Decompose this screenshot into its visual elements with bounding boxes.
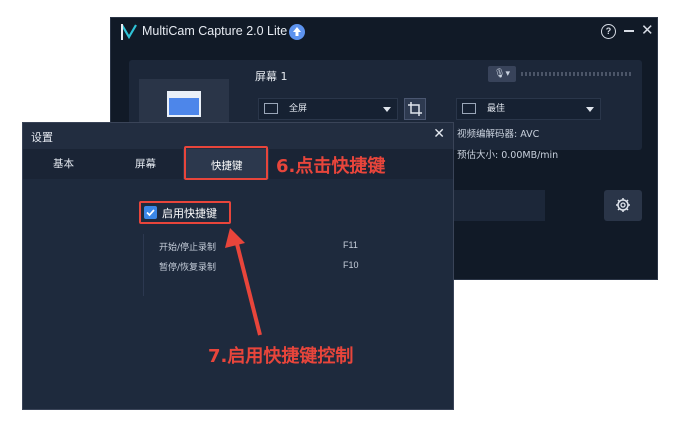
step7-annotation: 7.启用快捷键控制 <box>208 346 354 367</box>
